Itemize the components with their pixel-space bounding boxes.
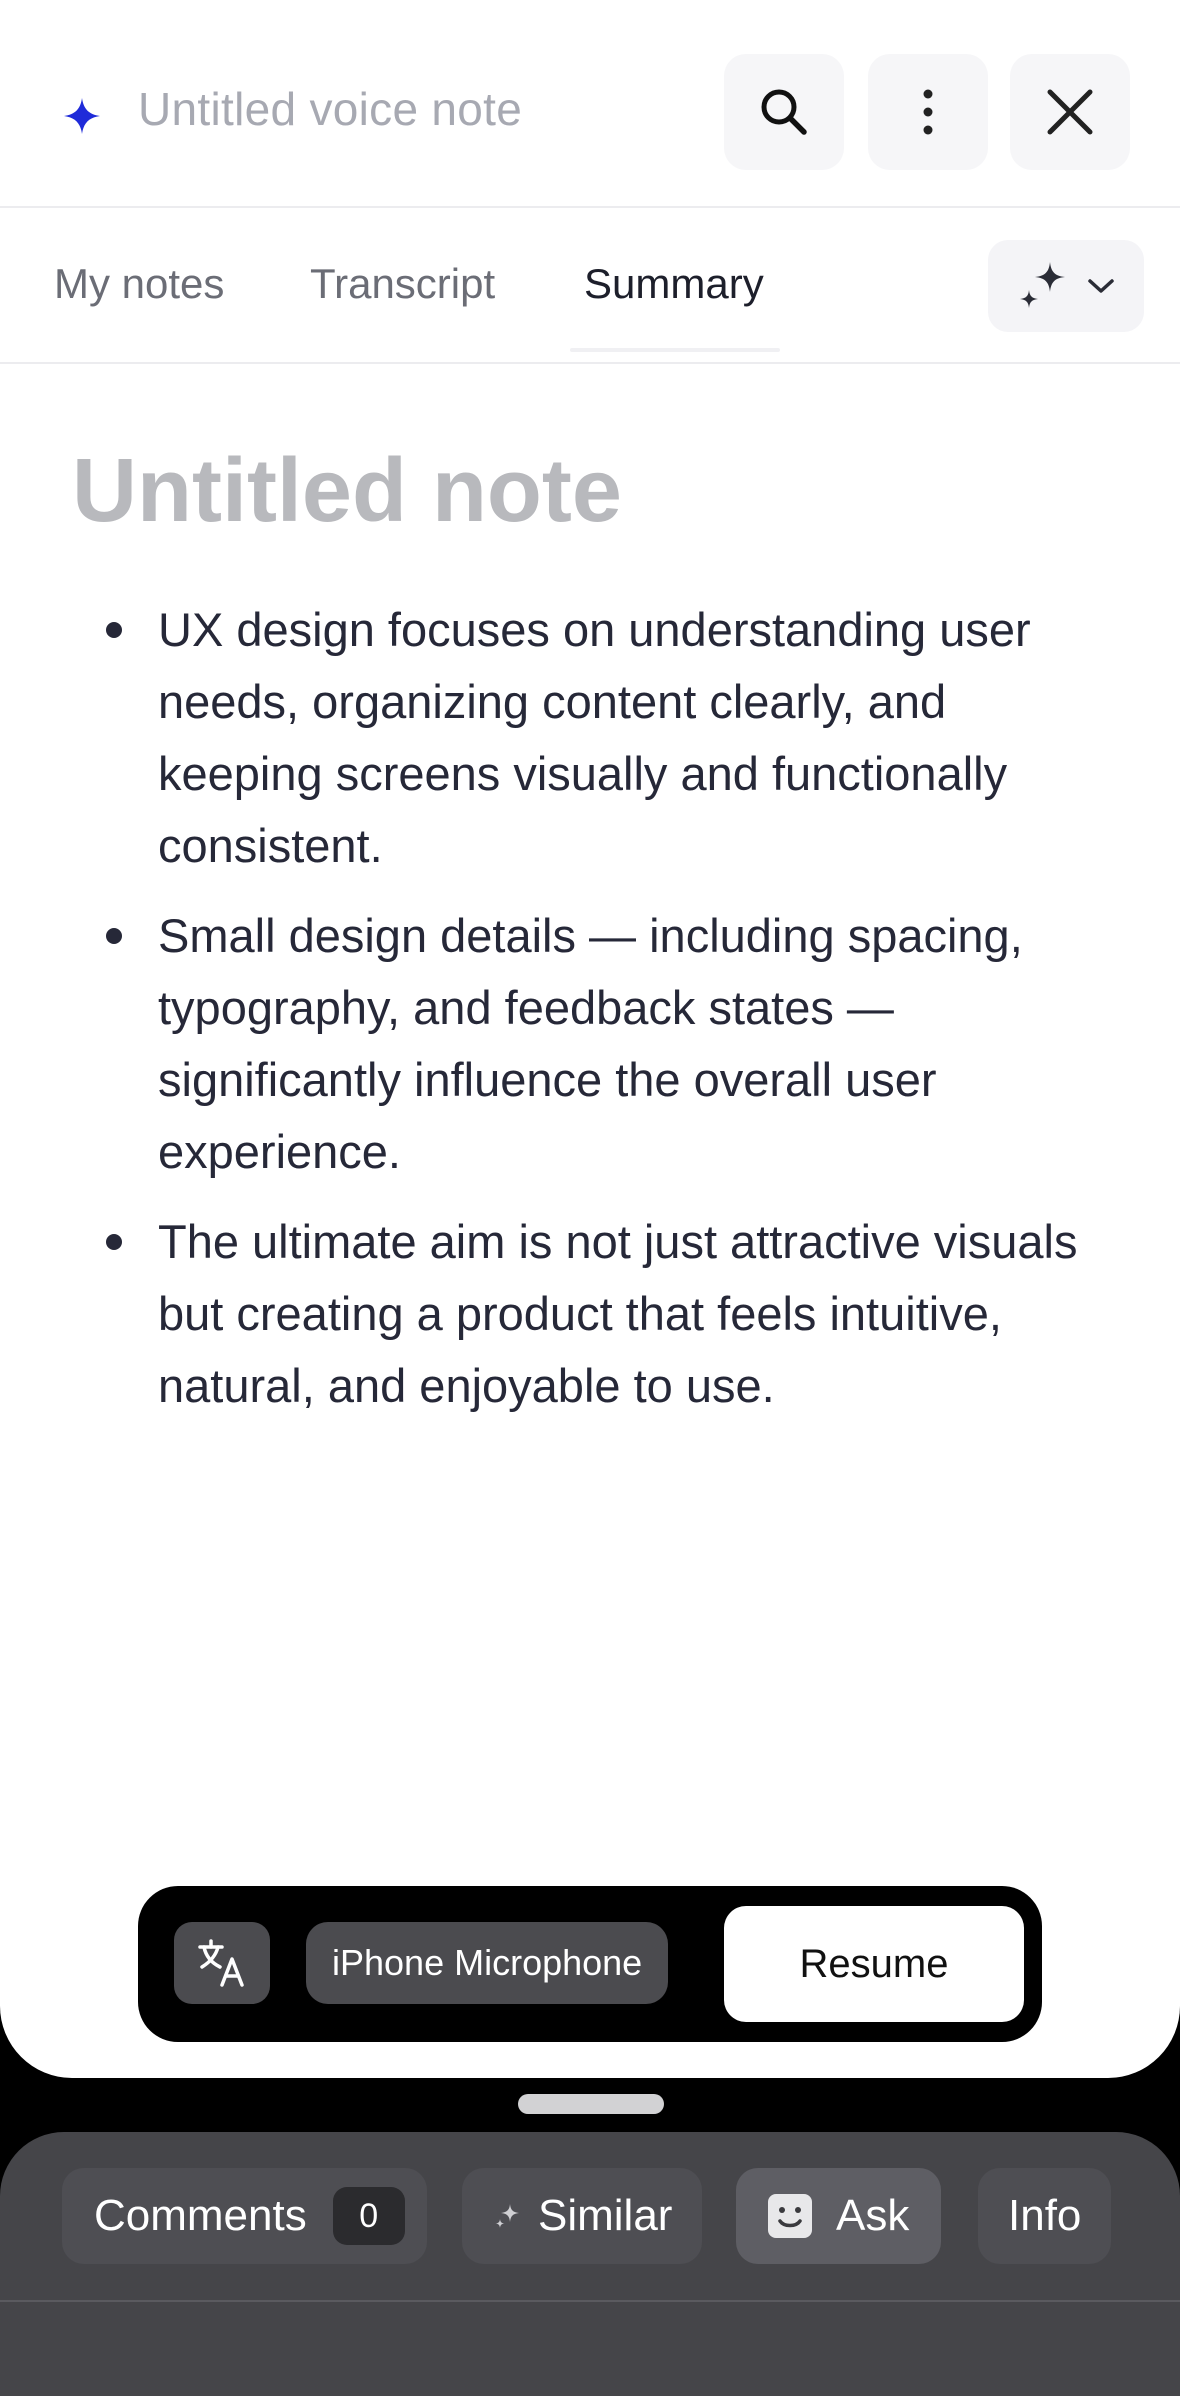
active-tab-indicator [570, 348, 780, 352]
summary-bullet: Small design details — including spacing… [100, 900, 1110, 1188]
search-button[interactable] [724, 54, 844, 170]
note-sheet: Untitled voice note My notes Transcript … [0, 0, 1180, 2078]
note-title[interactable]: Untitled note [72, 440, 622, 543]
close-button[interactable] [1010, 54, 1130, 170]
translate-button[interactable] [174, 1922, 270, 2004]
summary-list: UX design focuses on understanding user … [100, 594, 1110, 1440]
search-icon [761, 89, 807, 135]
microphone-selector[interactable]: iPhone Microphone [306, 1922, 669, 2004]
comments-button[interactable]: Comments 0 [62, 2168, 427, 2264]
bottom-panel: Comments 0 Similar Ask Info [0, 2132, 1180, 2396]
info-button[interactable]: Info [978, 2168, 1112, 2264]
sparkle-icon [64, 98, 100, 134]
close-icon [1047, 89, 1093, 135]
similar-label: Similar [538, 2191, 673, 2240]
summary-bullet: UX design focuses on understanding user … [100, 594, 1110, 882]
similar-button[interactable]: Similar [462, 2168, 703, 2264]
more-vertical-icon [923, 89, 933, 135]
ask-button[interactable]: Ask [736, 2168, 942, 2264]
tab-transcript[interactable]: Transcript [310, 260, 495, 308]
recording-controls: iPhone Microphone Resume [138, 1886, 1042, 2042]
resume-button[interactable]: Resume [724, 1906, 1024, 2022]
tab-summary[interactable]: Summary [584, 260, 764, 308]
comments-count-badge: 0 [332, 2187, 405, 2245]
drag-handle[interactable] [518, 2094, 664, 2114]
chevron-down-icon [1088, 279, 1114, 293]
divider [0, 2300, 1180, 2302]
summary-bullet: The ultimate aim is not just attractive … [100, 1206, 1110, 1422]
ai-template-button[interactable] [988, 240, 1144, 332]
header: Untitled voice note [0, 0, 1180, 208]
note-title-input[interactable]: Untitled voice note [138, 82, 522, 136]
ask-label: Ask [836, 2191, 910, 2240]
tab-my-notes[interactable]: My notes [54, 260, 224, 308]
small-sparkle-icon [495, 2204, 519, 2228]
comments-label: Comments [94, 2191, 307, 2240]
more-options-button[interactable] [868, 54, 988, 170]
translate-icon [198, 1939, 244, 1987]
ai-sparkles-icon [1020, 262, 1065, 308]
smiley-icon [768, 2194, 812, 2238]
info-label: Info [1008, 2191, 1082, 2240]
